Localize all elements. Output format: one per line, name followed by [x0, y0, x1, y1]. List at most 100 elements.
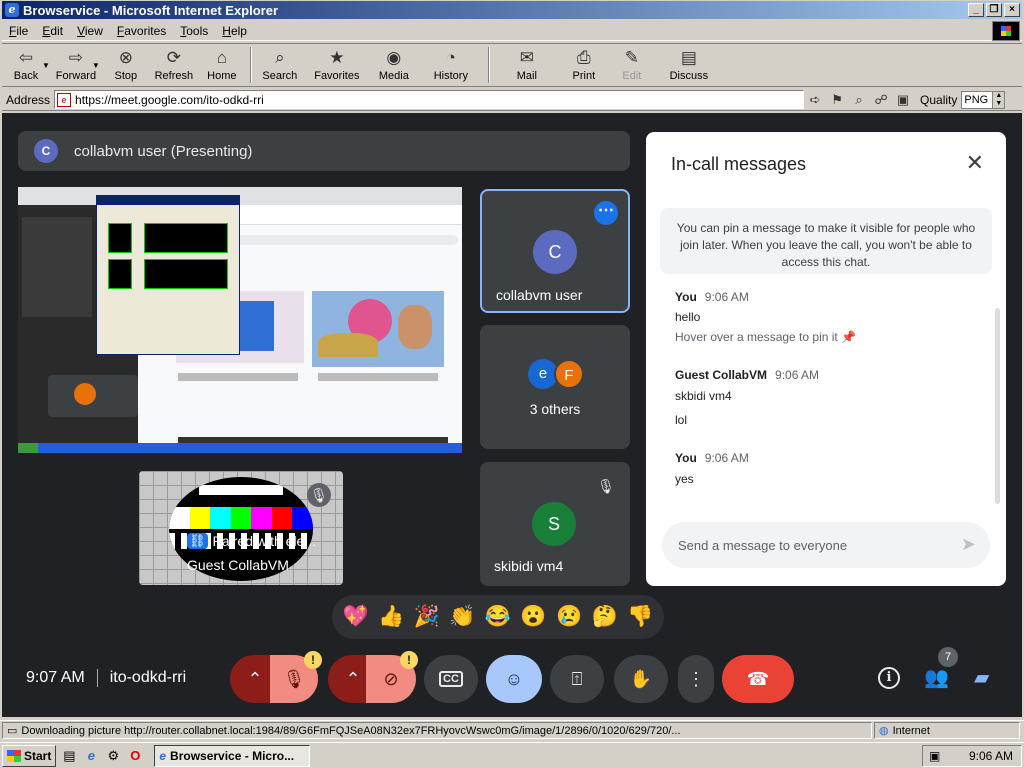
status-text: ▭ Downloading picture http://router.coll… — [2, 722, 872, 739]
back-arrow-icon: ⇦ — [18, 48, 34, 67]
discuss-button[interactable]: ▤ Discuss — [656, 44, 722, 86]
print-icon: ⎙ — [577, 48, 591, 67]
raise-hand-button[interactable]: ✋ — [614, 655, 668, 703]
refresh-icon: ⟳ — [166, 48, 181, 67]
print-button[interactable]: ⎙ Print — [560, 44, 608, 86]
opera-icon[interactable]: O — [126, 747, 144, 765]
refresh-button[interactable]: ⟳ Refresh — [150, 44, 198, 86]
mail-button[interactable]: ✉ Mail — [494, 44, 560, 86]
chat-message: You 9:06 AM — [675, 451, 749, 465]
menu-file[interactable]: File — [2, 24, 35, 38]
hand-icon: ✋ — [629, 668, 653, 689]
edit-button[interactable]: ✎ Edit — [608, 44, 656, 86]
minimize-button[interactable]: _ — [968, 3, 984, 17]
chevron-up-icon: ⌃ — [345, 668, 361, 689]
tile-skibidi-vm4[interactable]: 🎙 S skibidi vm4 — [480, 462, 630, 586]
menu-tools[interactable]: Tools — [173, 24, 215, 38]
clipboard-icon[interactable]: ▣ — [892, 91, 914, 109]
go-icon[interactable]: ➪ — [804, 91, 826, 109]
menu-edit[interactable]: Edit — [35, 24, 70, 38]
home-button[interactable]: ⌂ Home — [198, 44, 246, 86]
tile-others[interactable]: e F 3 others — [480, 325, 630, 449]
mic-off-icon: 🎙 — [597, 478, 615, 494]
meet-page: C collabvm user (Presenting) C ⋯ collabv… — [2, 113, 1022, 717]
globe-icon: ◍ — [879, 725, 889, 737]
send-icon[interactable]: ➤ — [961, 534, 976, 555]
history-button[interactable]: ◔ History — [418, 44, 484, 86]
page-icon: e — [57, 92, 72, 107]
chat-input[interactable]: Send a message to everyone ➤ — [662, 522, 990, 568]
reaction-thinking[interactable]: 🤔 — [592, 605, 618, 629]
quality-select[interactable]: PNG ▲ ▼ — [961, 90, 1006, 109]
chevron-up-icon: ⌃ — [247, 668, 263, 689]
windows-flag-icon — [7, 749, 21, 762]
favorites-icon: ★ — [329, 48, 345, 67]
captions-icon: CC — [439, 671, 463, 687]
restore-button[interactable]: ❐ — [986, 3, 1002, 17]
captions-button[interactable]: CC — [424, 655, 478, 703]
mic-off-icon: 🎙 — [282, 668, 306, 689]
close-chat-icon[interactable]: ✕ — [966, 150, 984, 176]
start-button[interactable]: Start — [2, 744, 57, 767]
chat-icon[interactable]: ▰ — [974, 665, 989, 690]
present-screen-icon: ⍐ — [571, 668, 583, 689]
hang-up-icon: ☎ — [746, 668, 770, 689]
avatar: S — [532, 502, 576, 546]
tray-monitor-icon[interactable]: ▣ — [929, 749, 940, 763]
chat-scrollbar[interactable] — [995, 308, 1000, 504]
paired-label: ⛓ Paired with ele... — [187, 533, 317, 549]
menu-view[interactable]: View — [70, 24, 110, 38]
bookmark-icon[interactable]: ⚑ — [826, 91, 848, 109]
stop-button[interactable]: ⊗ Stop — [102, 44, 150, 86]
mail-icon: ✉ — [519, 48, 534, 67]
close-button[interactable]: × — [1004, 3, 1020, 17]
reaction-surprised[interactable]: 😮 — [520, 605, 546, 629]
home-icon: ⌂ — [216, 48, 227, 67]
find-icon[interactable]: ⌕ — [848, 91, 870, 109]
forward-dropdown-icon[interactable]: ▼ — [92, 61, 100, 70]
system-tray: ▣ 9:06 AM — [922, 744, 1022, 767]
more-options-button[interactable]: ⋮ — [678, 655, 714, 703]
binoculars-icon[interactable]: ☍ — [870, 91, 892, 109]
tile-collabvm-user[interactable]: C ⋯ collabvm user — [480, 189, 630, 313]
present-button[interactable]: ⍐ — [550, 655, 604, 703]
toolbar: ⇦ Back ▼ ⇨ Forward ▼ ⊗ Stop ⟳ Refresh ⌂ Home … — [2, 43, 1022, 87]
people-icon[interactable]: 👥 — [924, 665, 949, 690]
reaction-thumbs-up[interactable]: 👍 — [378, 605, 404, 629]
reaction-laugh[interactable]: 😂 — [485, 605, 511, 629]
reaction-cry[interactable]: 😢 — [556, 605, 582, 629]
address-label: Address — [6, 92, 51, 107]
taskbar-item-browservice[interactable]: e Browservice - Micro... — [154, 744, 311, 767]
meeting-info-icon[interactable]: i — [878, 667, 900, 689]
leave-call-button[interactable]: ☎ — [722, 655, 794, 703]
chat-message-text: skbidi vm4 — [675, 389, 732, 403]
reaction-party[interactable]: 🎉 — [414, 605, 440, 629]
favorites-button[interactable]: ★ Favorites — [304, 44, 370, 86]
back-dropdown-icon[interactable]: ▼ — [42, 61, 50, 70]
reaction-clap[interactable]: 👏 — [449, 605, 475, 629]
tile-guest-collabvm[interactable]: 🎙 ⛓ Paired with ele... Guest CollabVM — [139, 471, 343, 585]
shared-screen — [18, 187, 462, 453]
more-vert-icon: ⋮ — [687, 668, 705, 689]
show-desktop-icon[interactable]: ▤ — [60, 747, 78, 765]
menu-favorites[interactable]: Favorites — [110, 24, 173, 38]
edit-icon: ✎ — [624, 48, 639, 67]
menu-help[interactable]: Help — [215, 24, 254, 38]
address-bar: Address e https://meet.google.com/ito-od… — [2, 89, 1022, 111]
reaction-thumbs-down[interactable]: 👎 — [627, 605, 653, 629]
pin-hint: Hover over a message to pin it 📌 — [675, 330, 857, 344]
avatar: C — [533, 230, 577, 274]
ie-logo-icon: e — [5, 3, 19, 17]
title-bar: e Browservice - Microsoft Internet Explo… — [2, 1, 1022, 19]
media-icon: ◉ — [386, 48, 402, 67]
search-button[interactable]: ⌕ Search — [256, 44, 304, 86]
menu-bar: File Edit View Favorites Tools Help — [2, 21, 1022, 41]
forward-arrow-icon: ⇨ — [68, 48, 84, 67]
media-button[interactable]: ◉ Media — [370, 44, 418, 86]
reaction-heart[interactable]: 💖 — [343, 605, 369, 629]
reactions-button[interactable]: ☺ — [486, 655, 542, 703]
address-input[interactable]: e https://meet.google.com/ito-odkd-rri — [54, 90, 805, 109]
ie-quicklaunch-icon[interactable]: e — [82, 747, 100, 765]
network-icon[interactable]: ⚙ — [104, 747, 122, 765]
more-options-icon[interactable]: ⋯ — [594, 201, 618, 225]
